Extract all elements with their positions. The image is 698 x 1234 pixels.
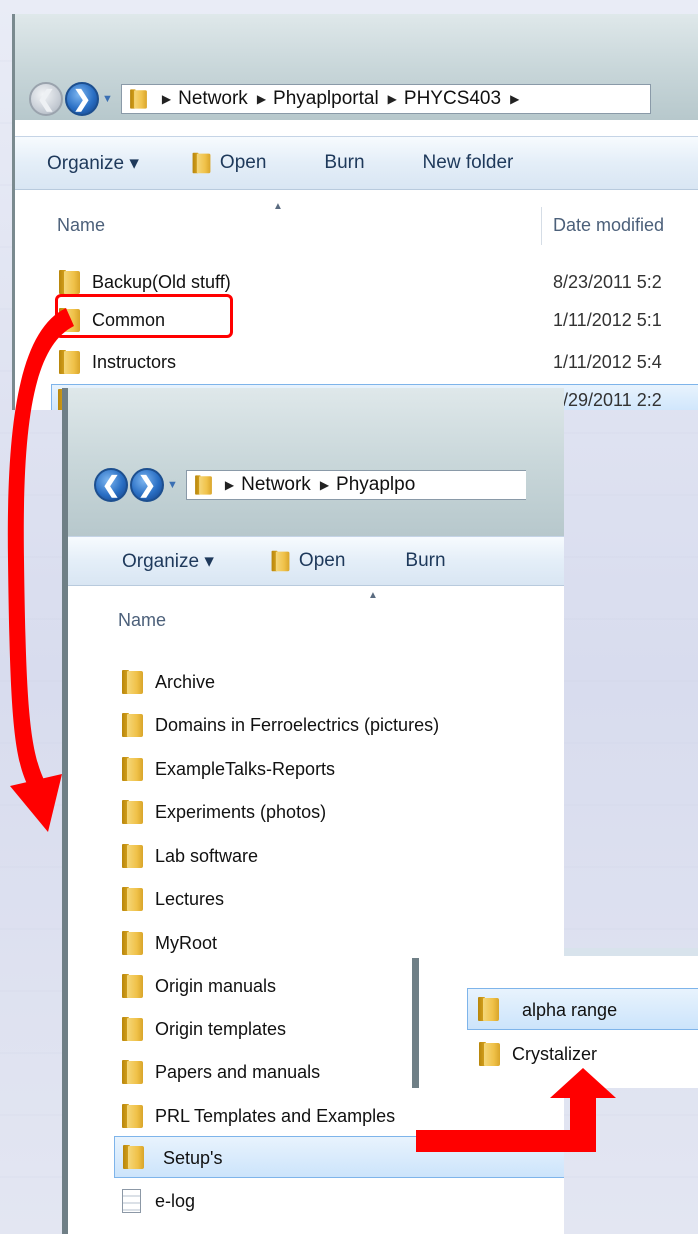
elbow-arrow-head [550,1068,616,1098]
elbow-arrow-vertical [570,1096,596,1152]
annotation-arrows [7,308,616,1152]
curved-arrow-shaft [7,308,74,790]
elbow-arrow-horizontal [416,1130,596,1152]
curved-arrow-head [10,774,62,832]
